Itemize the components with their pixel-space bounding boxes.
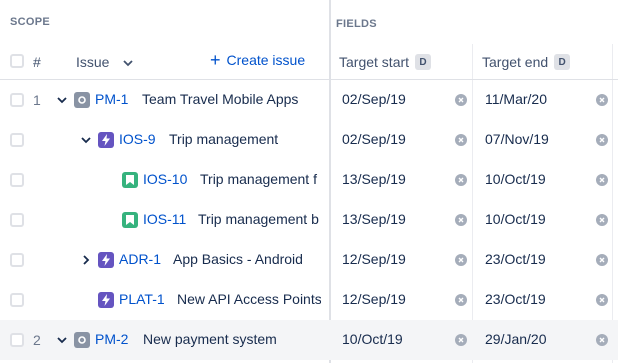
header-border (0, 79, 618, 80)
epic-icon (98, 252, 114, 268)
select-all-checkbox[interactable] (10, 54, 24, 68)
target-end-value[interactable]: 07/Nov/19 (485, 131, 549, 147)
target-end-value[interactable]: 10/Oct/19 (485, 171, 546, 187)
target-start-value[interactable]: 02/Sep/19 (342, 131, 406, 147)
issue-title: Trip management (169, 131, 279, 147)
target-start-column-header[interactable]: Target start D (339, 44, 432, 80)
story-icon (122, 172, 138, 188)
column-separator (612, 44, 613, 363)
target-end-value[interactable]: 10/Oct/19 (485, 211, 546, 227)
issue-key-link[interactable]: IOS-9 (119, 131, 156, 147)
clear-icon[interactable] (455, 254, 467, 266)
target-start-value[interactable]: 13/Sep/19 (342, 211, 406, 227)
chevron-down-icon[interactable] (81, 135, 91, 145)
target-end-label: Target end (482, 54, 549, 70)
clear-icon[interactable] (455, 94, 467, 106)
target-start-value[interactable]: 10/Oct/19 (342, 331, 403, 347)
row-number: 2 (33, 332, 41, 348)
row-checkbox[interactable] (10, 173, 24, 187)
target-start-value[interactable]: 12/Sep/19 (342, 291, 406, 307)
epic-icon (98, 292, 114, 308)
clear-icon[interactable] (455, 294, 467, 306)
issue-key-link[interactable]: IOS-11 (143, 211, 186, 227)
clear-icon[interactable] (596, 294, 608, 306)
clear-icon[interactable] (455, 134, 467, 146)
create-issue-label: Create issue (226, 52, 306, 68)
clear-icon[interactable] (455, 174, 467, 186)
target-start-value[interactable]: 02/Sep/19 (342, 91, 406, 107)
target-end-value[interactable]: 29/Jan/20 (485, 331, 547, 347)
chevron-down-icon[interactable] (57, 95, 67, 105)
clear-icon[interactable] (455, 334, 467, 346)
row-checkbox[interactable] (10, 213, 24, 227)
initiative-icon (74, 92, 90, 108)
issue-title: New payment system (143, 331, 277, 347)
issue-title: New API Access Points (177, 291, 321, 307)
clear-icon[interactable] (455, 214, 467, 226)
initiative-icon (74, 332, 90, 348)
scope-section-title: SCOPE (10, 16, 51, 28)
date-type-badge: D (415, 54, 432, 70)
row-number: 1 (33, 92, 41, 108)
row-checkbox[interactable] (10, 133, 24, 147)
target-start-value[interactable]: 13/Sep/19 (342, 171, 406, 187)
clear-icon[interactable] (596, 174, 608, 186)
row-checkbox[interactable] (10, 93, 24, 107)
target-start-value[interactable]: 12/Sep/19 (342, 251, 406, 267)
target-start-label: Target start (339, 54, 410, 70)
issue-title: Team Travel Mobile Apps (142, 91, 299, 107)
issue-title: Trip management b (198, 211, 319, 227)
issue-key-link[interactable]: PM-1 (95, 91, 128, 107)
clear-icon[interactable] (596, 134, 608, 146)
column-separator (472, 44, 473, 363)
clear-icon[interactable] (596, 214, 608, 226)
row-checkbox[interactable] (10, 253, 24, 267)
target-end-value[interactable]: 23/Oct/19 (485, 251, 546, 267)
clear-icon[interactable] (596, 254, 608, 266)
issue-key-link[interactable]: IOS-10 (143, 171, 187, 187)
hash-column-header: # (33, 54, 41, 70)
story-icon (122, 212, 138, 228)
clear-icon[interactable] (596, 94, 608, 106)
chevron-right-icon[interactable] (81, 255, 91, 265)
row-checkbox[interactable] (10, 293, 24, 307)
issue-title: Trip management f (200, 171, 317, 187)
plus-icon: + (210, 50, 221, 70)
issue-column-label: Issue (76, 54, 110, 70)
issue-title: App Basics - Android (173, 251, 303, 267)
clear-icon[interactable] (596, 334, 608, 346)
issue-column-header[interactable]: Issue (76, 44, 134, 80)
target-end-value[interactable]: 23/Oct/19 (485, 291, 546, 307)
chevron-down-icon (123, 54, 134, 70)
date-type-badge: D (554, 54, 571, 70)
target-end-column-header[interactable]: Target end D (482, 44, 571, 80)
row-checkbox[interactable] (10, 333, 24, 347)
target-end-value[interactable]: 11/Mar/20 (485, 91, 547, 107)
issue-key-link[interactable]: ADR-1 (119, 251, 161, 267)
chevron-down-icon[interactable] (57, 335, 67, 345)
create-issue-button[interactable]: + Create issue (210, 50, 306, 70)
fields-section-title: FIELDS (336, 18, 377, 30)
issue-key-link[interactable]: PLAT-1 (119, 291, 165, 307)
epic-icon (98, 132, 114, 148)
issue-key-link[interactable]: PM-2 (95, 331, 128, 347)
